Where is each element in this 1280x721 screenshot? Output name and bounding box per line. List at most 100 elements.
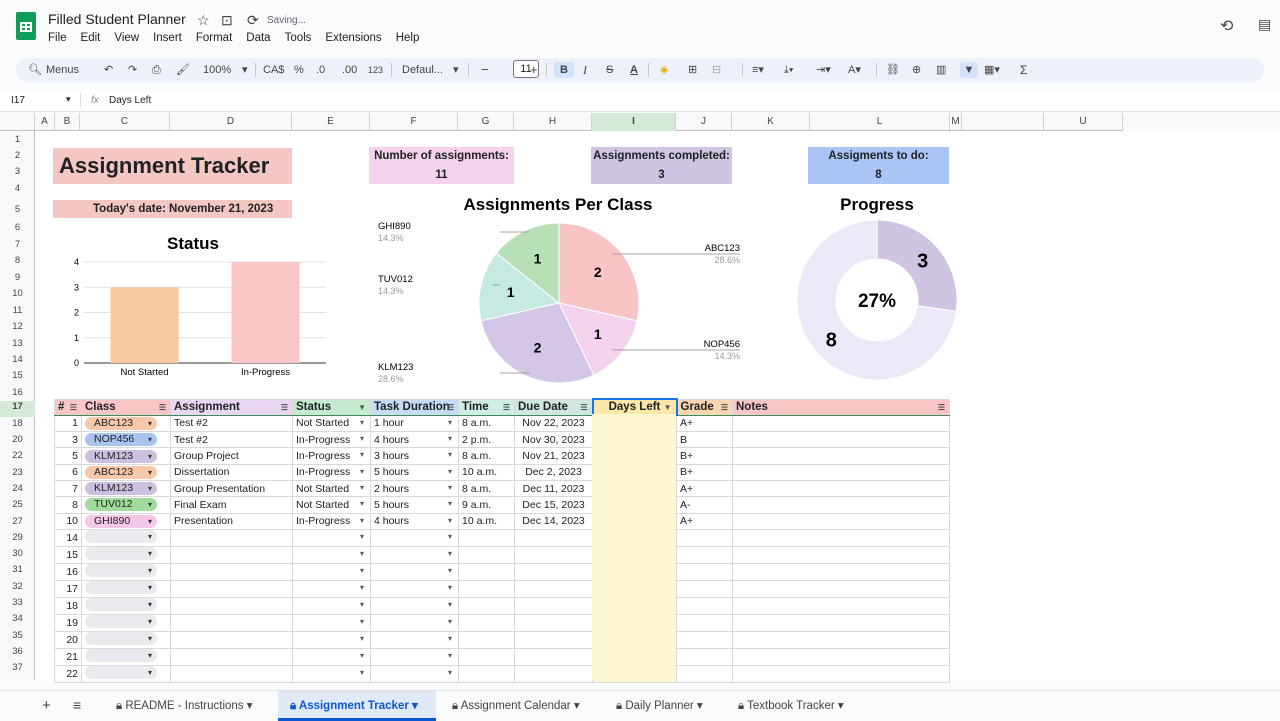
cell-number[interactable]: 19	[54, 613, 82, 632]
chart-icon[interactable]: ▥	[936, 62, 946, 78]
menu-item-tools[interactable]: Tools	[285, 32, 312, 44]
cell-status[interactable]: In-Progress	[292, 447, 371, 465]
class-chip[interactable]: GHI890	[85, 514, 157, 528]
percent-format[interactable]: %	[294, 62, 304, 78]
cell-due-date[interactable]	[514, 613, 593, 632]
cell-notes[interactable]	[732, 630, 950, 649]
cell-assignment[interactable]	[170, 596, 293, 615]
cell-number[interactable]: 21	[54, 647, 82, 666]
menu-item-help[interactable]: Help	[396, 32, 420, 44]
column-header-class[interactable]: Class ☰	[81, 398, 171, 416]
cell-notes[interactable]	[732, 512, 950, 530]
class-chip-empty[interactable]	[85, 530, 157, 543]
row-header[interactable]: 29	[0, 532, 35, 543]
filter-icon[interactable]: ▼	[664, 403, 672, 412]
cell-assignment[interactable]	[170, 664, 293, 683]
formula-input[interactable]: Days Left	[109, 95, 151, 106]
column-header[interactable]: J	[676, 113, 732, 131]
class-pie-chart[interactable]: Assignments Per Class2ABC12328.6%1NOP456…	[370, 192, 750, 392]
cell-assignment[interactable]	[170, 647, 293, 666]
bar-not started[interactable]	[110, 287, 179, 363]
menus-search[interactable]: Menus	[46, 62, 79, 78]
chevron-down-icon[interactable]: ▾	[244, 700, 253, 712]
cell-grade[interactable]	[676, 596, 733, 615]
cell-duration[interactable]: 3 hours	[370, 447, 459, 465]
row-header[interactable]: 20	[0, 434, 35, 445]
row-header[interactable]: 25	[0, 499, 35, 510]
cell-time[interactable]: 8 a.m.	[458, 479, 515, 498]
cell-notes[interactable]	[732, 447, 950, 465]
cell-assignment[interactable]	[170, 613, 293, 632]
cell-assignment[interactable]	[170, 562, 293, 581]
sheet-grid-right[interactable]	[1123, 131, 1280, 680]
row-header[interactable]: 14	[0, 354, 35, 365]
cell-number[interactable]: 22	[54, 664, 82, 683]
cell-status[interactable]	[292, 647, 371, 666]
class-chip[interactable]: KLM123	[85, 482, 157, 496]
row-header[interactable]: 37	[0, 662, 35, 673]
cell-time[interactable]	[458, 562, 515, 581]
increase-decimal[interactable]: .00	[342, 62, 357, 78]
row-header[interactable]: 12	[0, 321, 35, 332]
column-header[interactable]: F	[370, 113, 458, 131]
class-chip-empty[interactable]	[85, 581, 157, 594]
cell-class[interactable]: NOP456	[81, 431, 171, 449]
column-header-assignment[interactable]: Assignment ☰	[170, 398, 293, 416]
cell-duration[interactable]	[370, 562, 459, 581]
undo-icon[interactable]: ↶	[104, 62, 113, 78]
cell-due-date[interactable]	[514, 630, 593, 649]
cell-number[interactable]: 20	[54, 630, 82, 649]
cell-due-date[interactable]: Nov 21, 2023	[514, 447, 593, 465]
cell-grade[interactable]	[676, 647, 733, 666]
cell-assignment[interactable]	[170, 579, 293, 598]
comments-icon[interactable]: ▤	[1258, 16, 1271, 33]
cell-grade[interactable]: A+	[676, 479, 733, 498]
cell-notes[interactable]	[732, 496, 950, 514]
cell-duration[interactable]: 2 hours	[370, 479, 459, 498]
cell-duration[interactable]: 1 hour	[370, 414, 459, 433]
decrease-decimal[interactable]: .0	[316, 62, 325, 78]
class-chip-empty[interactable]	[85, 547, 157, 560]
cell-duration[interactable]	[370, 545, 459, 564]
cell-number[interactable]: 16	[54, 562, 82, 581]
chevron-down-icon[interactable]: ▾	[835, 700, 844, 712]
row-header[interactable]: 17	[0, 401, 35, 417]
class-chip[interactable]: KLM123	[85, 449, 157, 463]
star-icon[interactable]: ☆	[197, 12, 210, 29]
column-header[interactable]: L	[810, 113, 950, 131]
cell-notes[interactable]	[732, 613, 950, 632]
cell-duration[interactable]	[370, 528, 459, 547]
class-chip[interactable]: NOP456	[85, 433, 157, 447]
cell-assignment[interactable]: Final Exam	[170, 496, 293, 514]
cell-time[interactable]	[458, 630, 515, 649]
filter-icon[interactable]: ☰	[938, 403, 945, 412]
row-header[interactable]: 10	[0, 288, 35, 299]
search-icon[interactable]: 🔍︎	[28, 62, 42, 78]
sheet-tab-readme-instructions[interactable]: 🔒︎ README - Instructions ▾	[104, 691, 274, 721]
cell-time[interactable]	[458, 664, 515, 683]
cell-duration[interactable]: 4 hours	[370, 431, 459, 449]
row-header[interactable]: 27	[0, 516, 35, 527]
cell-duration[interactable]: 5 hours	[370, 463, 459, 481]
column-header[interactable]: I	[592, 113, 676, 131]
cell-time[interactable]	[458, 545, 515, 564]
progress-donut-chart[interactable]: Progress 3 8 27%	[790, 192, 970, 387]
cell-grade[interactable]: A-	[676, 496, 733, 514]
filter-icon[interactable]: ☰	[159, 403, 166, 412]
cell-due-date[interactable]	[514, 647, 593, 666]
cell-assignment[interactable]	[170, 545, 293, 564]
cell-notes[interactable]	[732, 463, 950, 481]
cell-grade[interactable]	[676, 630, 733, 649]
row-header[interactable]: 1	[0, 134, 35, 145]
row-header[interactable]: 23	[0, 467, 35, 478]
cell-grade[interactable]: A+	[676, 512, 733, 530]
paint-format-icon[interactable]: 🖌︎	[176, 62, 190, 78]
cell-grade[interactable]: A+	[676, 414, 733, 433]
cell-number[interactable]: 10	[54, 512, 82, 530]
column-header[interactable]: G	[458, 113, 514, 131]
cell-notes[interactable]	[732, 579, 950, 598]
chevron-down-icon[interactable]: ▾	[571, 700, 580, 712]
cell-due-date[interactable]	[514, 579, 593, 598]
cell-class[interactable]: GHI890	[81, 512, 171, 530]
cell-duration[interactable]: 4 hours	[370, 512, 459, 530]
